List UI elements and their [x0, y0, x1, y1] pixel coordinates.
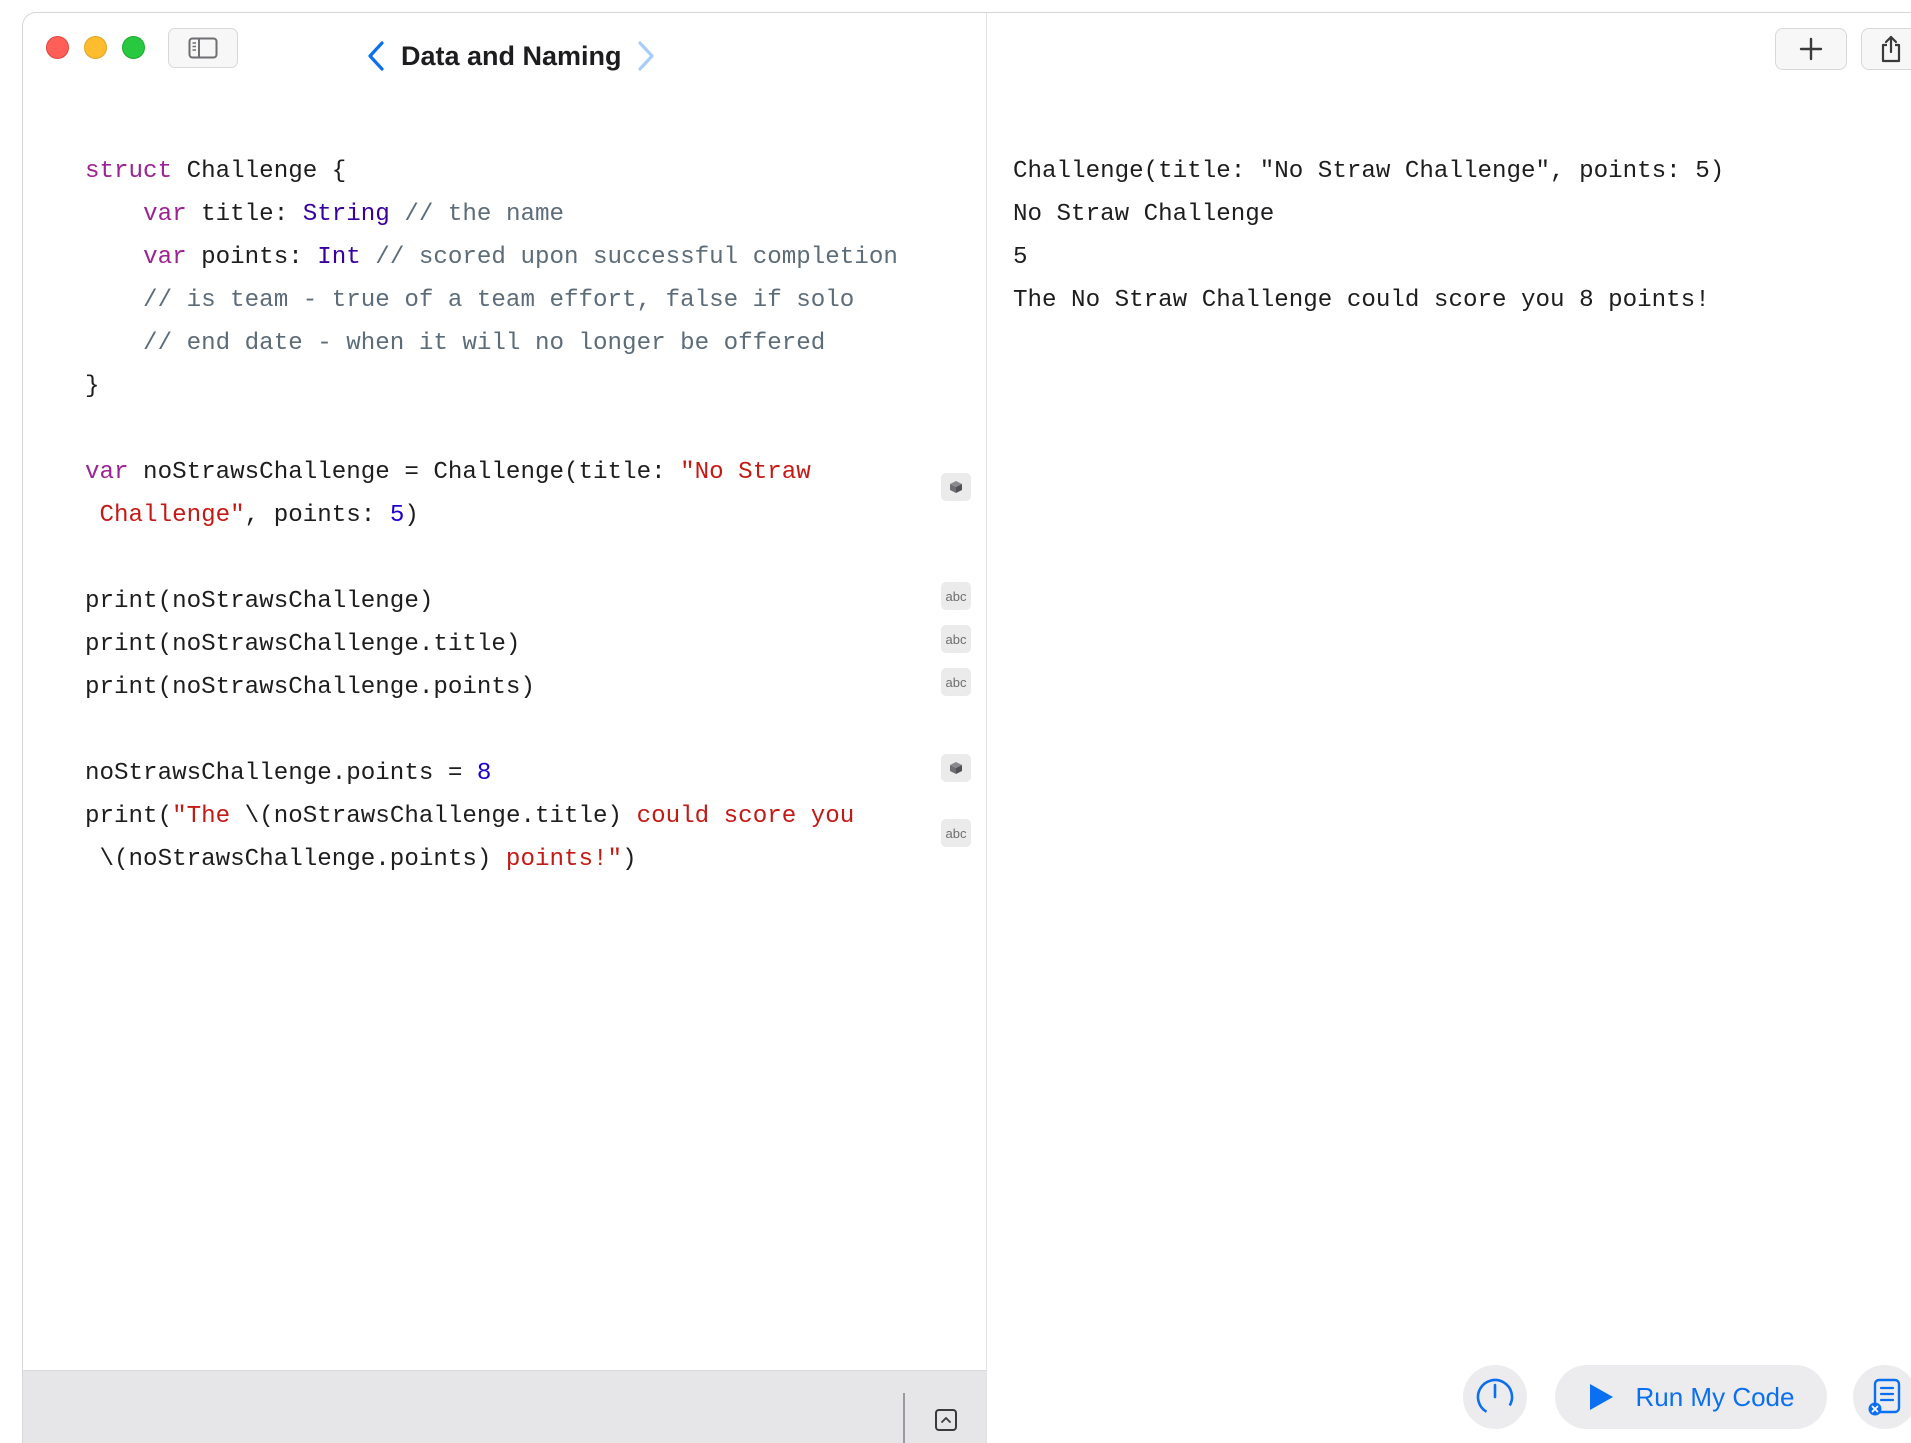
console-line: Challenge(title: "No Straw Challenge", p… [1013, 158, 1725, 185]
console-line: No Straw Challenge [1013, 201, 1275, 228]
code-line: // end date - when it will no longer be … [85, 322, 898, 365]
code-keyword: var [85, 459, 129, 486]
pane-divider[interactable] [986, 13, 987, 1443]
code-text: \(noStrawsChallenge.title) [244, 803, 623, 830]
console-line: 5 [1013, 244, 1028, 271]
results-log-icon [1868, 1378, 1901, 1416]
code-line: struct Challenge { [85, 150, 898, 193]
code-text: print(noStrawsChallenge.points) [85, 674, 535, 701]
expand-console-button[interactable] [935, 1409, 957, 1431]
code-text: print( [85, 803, 173, 830]
play-icon [1589, 1384, 1613, 1410]
zoom-icon[interactable] [122, 36, 145, 59]
console-line: The No Straw Challenge could score you 8… [1013, 287, 1710, 314]
code-line: print(noStrawsChallenge) [85, 580, 898, 623]
code-line: var title: String // the name [85, 193, 898, 236]
playground-window: Data and Naming struct Challenge { var t… [22, 12, 1911, 1443]
close-icon[interactable] [46, 36, 69, 59]
run-button-label: Run My Code [1635, 1381, 1795, 1412]
bottom-bar-divider [903, 1393, 905, 1443]
code-string: points!" [491, 846, 623, 873]
code-line: noStrawsChallenge.points = 8 [85, 752, 898, 795]
code-type: String [302, 201, 390, 228]
code-text: } [85, 373, 100, 400]
code-line: \(noStrawsChallenge.points) points!") [85, 838, 898, 881]
step-speed-button[interactable] [1463, 1365, 1527, 1429]
sidebar-toggle-button[interactable] [168, 28, 238, 68]
chevron-right-icon [638, 41, 654, 71]
run-my-code-button[interactable]: Run My Code [1555, 1365, 1827, 1429]
minimize-icon[interactable] [84, 36, 107, 59]
code-editor[interactable]: struct Challenge { var title: String // … [85, 150, 898, 881]
code-line: print("The \(noStrawsChallenge.title) co… [85, 795, 898, 838]
code-text: noStrawsChallenge = Challenge(title: [128, 459, 681, 486]
share-button[interactable] [1861, 28, 1911, 70]
code-keyword: var [143, 201, 187, 228]
chevron-up-icon [941, 1417, 951, 1423]
plus-icon [1799, 37, 1823, 61]
code-number: 5 [389, 502, 405, 529]
code-keyword: struct [85, 158, 173, 185]
code-text: Challenge { [172, 158, 347, 185]
code-text: points: [186, 244, 318, 271]
result-badge-text[interactable]: abc [941, 819, 971, 847]
back-button[interactable] [363, 39, 389, 73]
cube-icon [950, 481, 962, 493]
code-number: 8 [476, 760, 492, 787]
code-text: , points: [244, 502, 390, 529]
code-line: Challenge", points: 5) [85, 494, 898, 537]
result-badge-object[interactable] [941, 754, 971, 782]
code-text: ) [622, 846, 637, 873]
share-icon [1881, 35, 1901, 63]
code-comment: // is team - true of a team effort, fals… [85, 287, 855, 314]
console-output: Challenge(title: "No Straw Challenge", p… [1013, 150, 1724, 322]
code-string: "The [172, 803, 245, 830]
code-text: noStrawsChallenge.points = [85, 760, 477, 787]
code-text: \(noStrawsChallenge.points) [85, 846, 492, 873]
code-text: title: [186, 201, 303, 228]
code-comment: // the name [389, 201, 565, 228]
cube-icon [950, 762, 962, 774]
chevron-left-icon [368, 41, 384, 71]
code-comment: // end date - when it will no longer be … [85, 330, 826, 357]
code-line: } [85, 365, 898, 408]
code-comment: // scored upon successful completion [360, 244, 898, 271]
code-line: var points: Int // scored upon successfu… [85, 236, 898, 279]
code-line: var noStrawsChallenge = Challenge(title:… [85, 451, 898, 494]
window-controls [46, 36, 145, 59]
result-badge-text[interactable]: abc [941, 668, 971, 696]
code-text: print(noStrawsChallenge) [85, 588, 434, 615]
results-log-button[interactable] [1853, 1365, 1911, 1429]
sidebar-toggle-icon [188, 37, 218, 59]
add-button[interactable] [1775, 28, 1847, 70]
result-badge-text[interactable]: abc [941, 625, 971, 653]
forward-button[interactable] [633, 39, 659, 73]
code-line: print(noStrawsChallenge.title) [85, 623, 898, 666]
result-badge-object[interactable] [941, 473, 971, 501]
code-string: Challenge" [85, 502, 245, 529]
code-text: ) [404, 502, 419, 529]
code-line: print(noStrawsChallenge.points) [85, 666, 898, 709]
code-line: // is team - true of a team effort, fals… [85, 279, 898, 322]
result-badge-text[interactable]: abc [941, 582, 971, 610]
code-string: "No Straw [680, 459, 811, 486]
editor-bottom-bar [23, 1370, 986, 1443]
code-text: print(noStrawsChallenge.title) [85, 631, 521, 658]
code-string: could score you [622, 803, 855, 830]
code-keyword: var [143, 244, 187, 271]
code-type: Int [317, 244, 361, 271]
page-title: Data and Naming [401, 41, 622, 71]
speed-gauge-icon [1476, 1378, 1514, 1416]
